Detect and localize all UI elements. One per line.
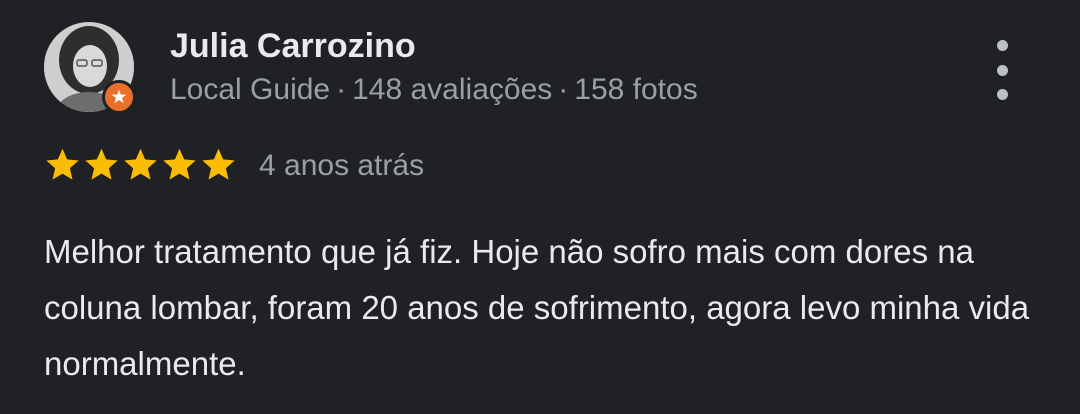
author-meta: Local Guide · 148 avaliações · 158 fotos [170, 70, 698, 110]
star-icon [202, 148, 235, 180]
review-text: Melhor tratamento que já fiz. Hoje não s… [44, 233, 1030, 382]
photo-count: 158 fotos [574, 73, 698, 106]
review-count: 148 avaliações [352, 73, 553, 106]
avatar[interactable] [44, 22, 136, 114]
review-card: Julia Carrozino Local Guide · 148 avaliaçõ… [0, 0, 1080, 414]
menu-dot [996, 64, 1008, 76]
review-time: 4 anos atrás [259, 149, 425, 182]
star-icon [46, 148, 79, 180]
menu-dot [996, 40, 1008, 51]
local-guide-star-icon [102, 80, 136, 114]
star-icon [163, 148, 196, 180]
star-icon [124, 148, 157, 180]
meta-separator: · [336, 73, 347, 106]
menu-dot [996, 89, 1008, 100]
author-badge: Local Guide [170, 73, 331, 106]
meta-separator: · [558, 73, 569, 106]
author-name[interactable]: Julia Carrozino [170, 24, 416, 68]
star-rating [44, 146, 237, 183]
star-icon [85, 148, 118, 180]
more-vert-icon[interactable] [984, 40, 1020, 100]
